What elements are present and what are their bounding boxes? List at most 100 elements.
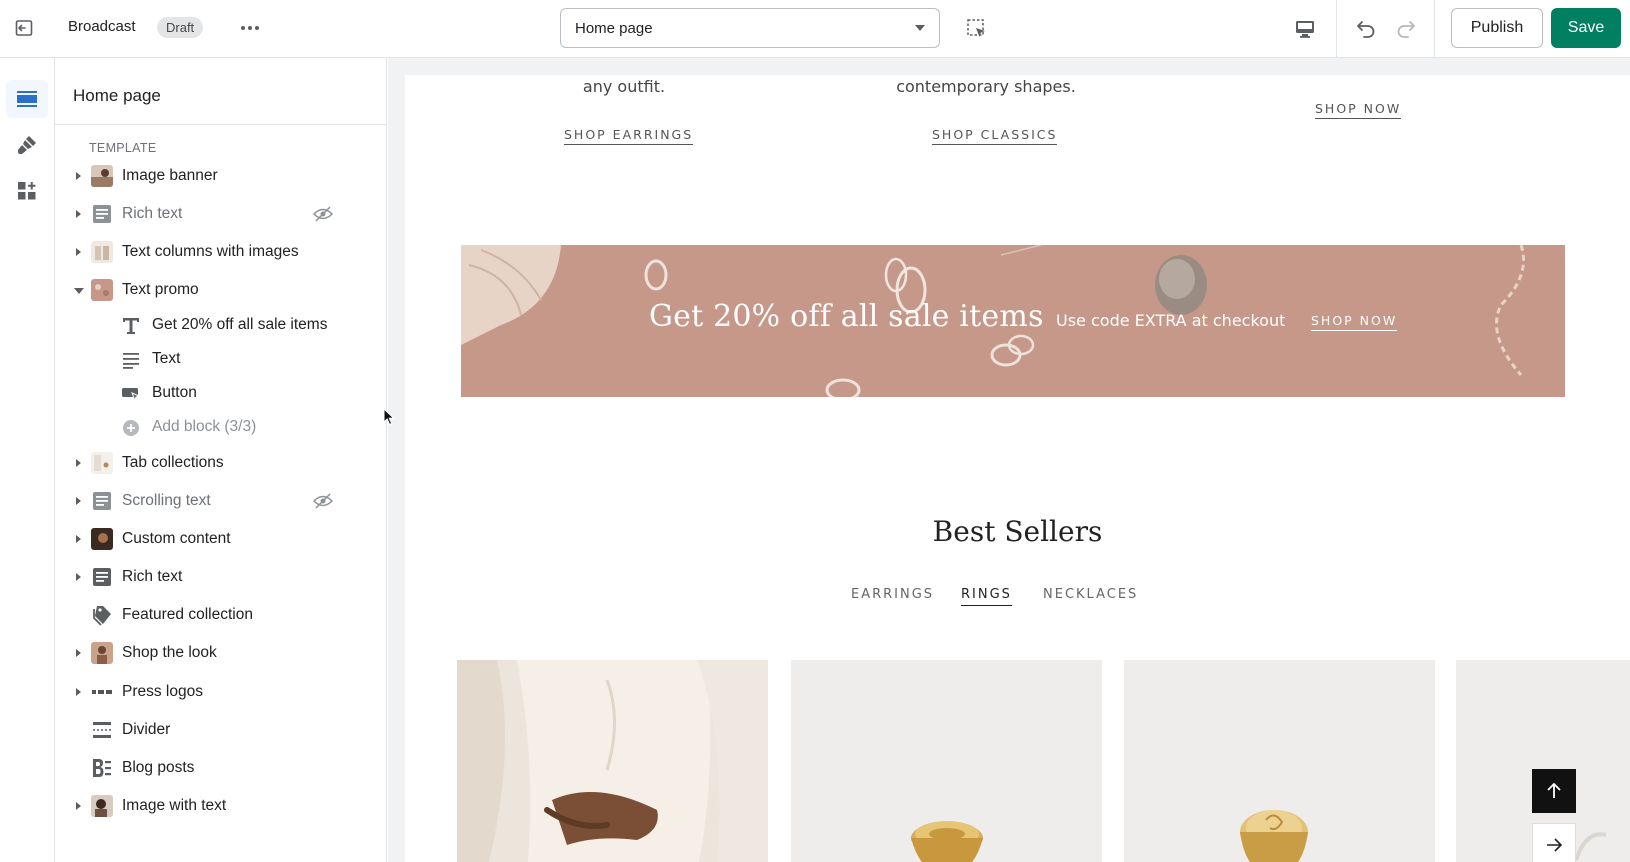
sections-sidebar: Home page TEMPLATE Image banner Rich tex… xyxy=(55,58,387,862)
section-image-with-text[interactable]: Image with text xyxy=(55,788,386,824)
expand-arrow-icon[interactable] xyxy=(76,573,81,581)
add-block-button[interactable]: Add block (3/3) xyxy=(55,410,386,444)
inspector-toggle-button[interactable] xyxy=(962,14,992,44)
desktop-icon xyxy=(1296,21,1314,38)
exit-editor-button[interactable] xyxy=(8,12,40,44)
section-image-banner[interactable]: Image banner xyxy=(55,158,386,194)
shop-earrings-link[interactable]: SHOP EARRINGS xyxy=(564,127,694,145)
add-circle-icon xyxy=(121,418,141,438)
tab-earrings[interactable]: EARRINGS xyxy=(851,587,934,602)
expand-arrow-icon[interactable] xyxy=(76,459,81,467)
block-heading[interactable]: Get 20% off all sale items xyxy=(55,308,386,342)
hidden-eye-icon[interactable] xyxy=(312,492,334,510)
press-logos-thumb xyxy=(91,681,113,703)
product-card[interactable] xyxy=(1124,660,1435,862)
section-label: Text promo xyxy=(122,281,199,298)
button-icon xyxy=(121,384,141,404)
section-scrolling-text[interactable]: Scrolling text xyxy=(55,483,386,519)
shop-now-link[interactable]: SHOP NOW xyxy=(1315,101,1402,119)
collapse-arrow-icon[interactable] xyxy=(74,288,84,294)
column-2-text: contemporary shapes. xyxy=(896,77,1076,96)
section-rich-text-2[interactable]: Rich text xyxy=(55,559,386,595)
publish-button[interactable]: Publish xyxy=(1451,8,1543,48)
expand-arrow-icon[interactable] xyxy=(76,172,81,180)
sections-nav-button[interactable] xyxy=(6,80,48,118)
shop-classics-link[interactable]: SHOP CLASSICS xyxy=(932,127,1058,145)
redo-icon xyxy=(1397,21,1415,38)
section-custom-content[interactable]: Custom content xyxy=(55,521,386,557)
expand-arrow-icon[interactable] xyxy=(76,210,81,218)
section-blog-posts[interactable]: Blog posts xyxy=(55,750,386,786)
text-columns-thumb xyxy=(91,241,113,263)
more-actions-button[interactable] xyxy=(236,14,264,42)
page-select[interactable]: Home page xyxy=(560,8,940,48)
paint-brush-icon xyxy=(18,136,36,154)
image-banner-thumb xyxy=(91,165,113,187)
carousel-next-button[interactable] xyxy=(1532,823,1576,862)
expand-arrow-icon[interactable] xyxy=(76,535,81,543)
blog-posts-icon xyxy=(91,757,113,779)
undo-icon xyxy=(1357,21,1375,38)
theme-name: Broadcast xyxy=(68,18,136,35)
rich-text-icon xyxy=(91,566,113,588)
section-featured-collection[interactable]: Featured collection xyxy=(55,597,386,633)
sections-icon xyxy=(17,91,37,107)
page-select-value: Home page xyxy=(575,19,653,37)
section-rich-text[interactable]: Rich text xyxy=(55,196,386,232)
expand-arrow-icon[interactable] xyxy=(76,248,81,256)
theme-settings-nav-button[interactable] xyxy=(6,126,48,164)
collection-tag-icon xyxy=(91,604,113,626)
undo-button[interactable] xyxy=(1350,12,1382,44)
section-label: Blog posts xyxy=(122,759,195,776)
block-text[interactable]: Text xyxy=(55,342,386,376)
mouse-cursor-icon xyxy=(383,408,395,426)
chevron-down-icon xyxy=(915,25,925,31)
hidden-eye-icon[interactable] xyxy=(312,205,334,223)
apps-icon xyxy=(18,182,36,200)
section-text-promo[interactable]: Text promo xyxy=(55,272,386,308)
more-horizontal-icon xyxy=(241,26,259,30)
section-text-columns-with-images[interactable]: Text columns with images xyxy=(55,234,386,270)
rich-text-icon xyxy=(91,203,113,225)
product-image xyxy=(791,660,1102,862)
tab-necklaces[interactable]: NECKLACES xyxy=(1043,587,1138,602)
product-card[interactable] xyxy=(791,660,1102,862)
status-badge: Draft xyxy=(157,17,204,38)
select-cursor-icon xyxy=(967,19,985,37)
app-embeds-nav-button[interactable] xyxy=(6,172,48,210)
save-button[interactable]: Save xyxy=(1551,8,1621,48)
block-button[interactable]: Button xyxy=(55,376,386,410)
back-to-top-button[interactable] xyxy=(1532,769,1576,813)
product-image xyxy=(1124,660,1435,862)
block-label: Text xyxy=(152,350,181,367)
section-press-logos[interactable]: Press logos xyxy=(55,674,386,710)
expand-arrow-icon[interactable] xyxy=(76,688,81,696)
arrow-up-icon xyxy=(1547,782,1561,798)
tab-rings[interactable]: RINGS xyxy=(961,587,1012,606)
sidebar-title: Home page xyxy=(73,86,161,105)
product-card[interactable] xyxy=(457,660,768,862)
section-label: Custom content xyxy=(122,530,231,547)
section-tab-collections[interactable]: Tab collections xyxy=(55,445,386,481)
section-divider[interactable]: Divider xyxy=(55,712,386,748)
top-bar: Broadcast Draft Home page Publish Save xyxy=(0,0,1630,58)
section-label: Rich text xyxy=(122,205,183,222)
section-label: Scrolling text xyxy=(122,492,211,509)
promo-shop-now-link[interactable]: SHOP NOW xyxy=(1311,313,1398,331)
block-label: Add block (3/3) xyxy=(152,418,257,435)
promo-heading: Get 20% off all sale items xyxy=(649,299,1044,334)
redo-button[interactable] xyxy=(1390,12,1422,44)
editor-nav-rail xyxy=(0,58,55,862)
section-label: Text columns with images xyxy=(122,243,299,260)
expand-arrow-icon[interactable] xyxy=(76,649,81,657)
tab-collections-thumb xyxy=(91,452,113,474)
exit-icon xyxy=(15,20,33,36)
text-lines-icon xyxy=(121,350,141,370)
device-preview-button[interactable] xyxy=(1290,14,1320,44)
text-promo-thumb xyxy=(91,279,113,301)
section-label: Rich text xyxy=(122,568,183,585)
image-with-text-thumb xyxy=(91,795,113,817)
section-shop-the-look[interactable]: Shop the look xyxy=(55,635,386,671)
expand-arrow-icon[interactable] xyxy=(76,802,81,810)
expand-arrow-icon[interactable] xyxy=(76,497,81,505)
